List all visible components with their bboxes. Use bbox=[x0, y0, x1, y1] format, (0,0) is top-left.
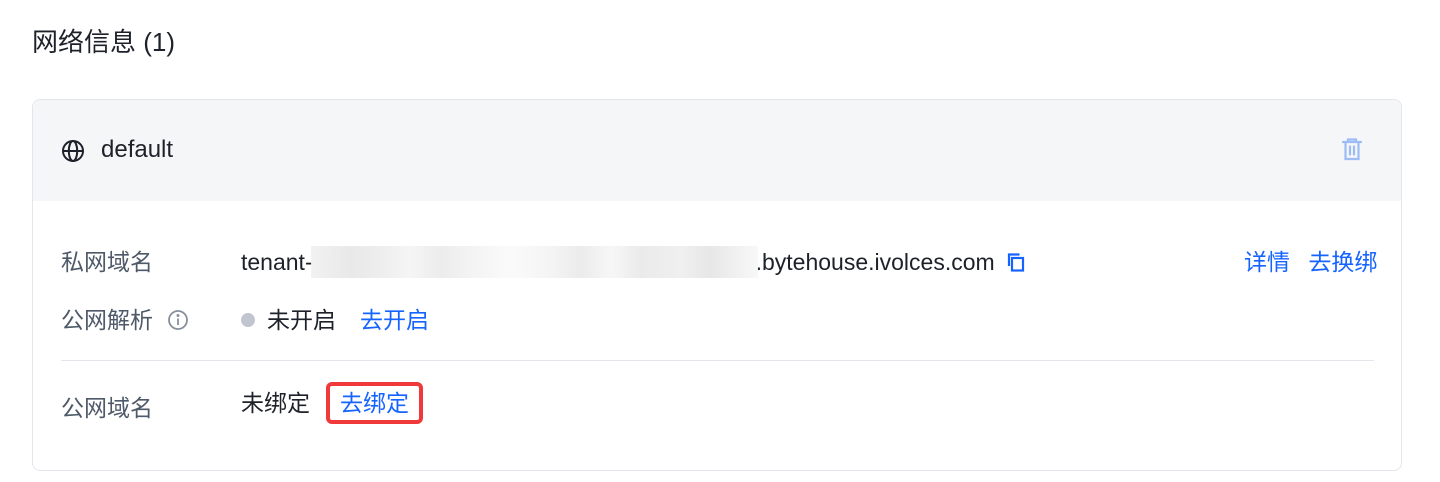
info-icon[interactable] bbox=[167, 309, 189, 331]
trash-icon[interactable] bbox=[1338, 135, 1366, 163]
detail-link[interactable]: 详情 bbox=[1244, 249, 1290, 275]
copy-icon[interactable] bbox=[1005, 251, 1027, 273]
redacted-domain bbox=[310, 246, 758, 278]
public-domain-value: 未绑定 去绑定 bbox=[241, 382, 423, 424]
status-dot bbox=[241, 313, 255, 327]
public-resolution-status: 未开启 bbox=[267, 307, 336, 333]
card-name: default bbox=[101, 136, 174, 163]
public-domain-status: 未绑定 bbox=[241, 390, 310, 416]
public-resolution-label-wrap: 公网解析 bbox=[61, 304, 189, 336]
globe-icon bbox=[62, 140, 84, 162]
network-card: default 私网域名 tenant- .bytehouse.ivolces.… bbox=[32, 99, 1402, 471]
bind-link[interactable]: 去绑定 bbox=[326, 382, 423, 424]
network-info-page: 网络信息 (1) default 私网域名 tenant- .bytehouse… bbox=[0, 0, 1440, 482]
rebind-link[interactable]: 去换绑 bbox=[1308, 249, 1377, 275]
private-domain-label: 私网域名 bbox=[61, 249, 153, 275]
private-domain-actions: 详情 去换绑 bbox=[1244, 246, 1377, 278]
domain-suffix: .bytehouse.ivolces.com bbox=[755, 249, 995, 275]
domain-prefix: tenant- bbox=[241, 249, 313, 275]
section-title: 网络信息 (1) bbox=[32, 27, 176, 57]
public-resolution-label: 公网解析 bbox=[61, 307, 153, 333]
enable-link[interactable]: 去开启 bbox=[360, 304, 429, 336]
public-domain-label: 公网域名 bbox=[61, 395, 153, 421]
card-header: default bbox=[33, 100, 1401, 201]
divider bbox=[61, 360, 1374, 361]
private-domain-value: tenant- .bytehouse.ivolces.com bbox=[241, 246, 1027, 278]
public-resolution-value: 未开启 去开启 bbox=[241, 304, 429, 336]
